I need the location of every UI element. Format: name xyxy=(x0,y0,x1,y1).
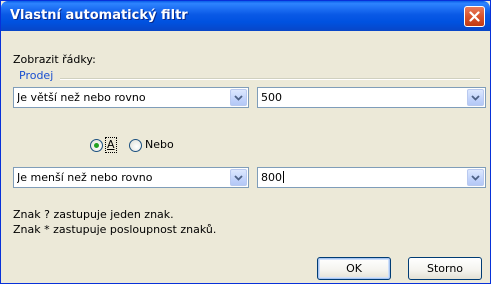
operator1-select[interactable]: Je větší než nebo rovno xyxy=(13,87,249,108)
field-name-label: Prodej xyxy=(19,69,54,82)
value1-dropdown-button[interactable] xyxy=(467,89,484,106)
or-label[interactable]: Nebo xyxy=(145,138,174,151)
value2-combo[interactable]: 800 xyxy=(257,167,486,188)
close-icon xyxy=(469,11,480,22)
operator1-value: Je větší než nebo rovno xyxy=(17,91,146,104)
group-divider xyxy=(60,78,480,80)
chevron-down-icon xyxy=(471,95,480,101)
help-line-1: Znak ? zastupuje jeden znak. xyxy=(13,208,174,221)
show-rows-label: Zobrazit řádky: xyxy=(13,53,96,66)
and-label-text: A xyxy=(107,138,115,151)
operator1-dropdown-button[interactable] xyxy=(230,89,247,106)
cancel-button[interactable]: Storno xyxy=(408,257,482,280)
chevron-down-icon xyxy=(471,175,480,181)
value2-input: 800 xyxy=(261,171,282,184)
ok-button[interactable]: OK xyxy=(317,257,391,280)
and-radio[interactable] xyxy=(90,139,103,152)
value2-dropdown-button[interactable] xyxy=(467,169,484,186)
close-button[interactable] xyxy=(464,6,485,27)
value1-combo[interactable]: 500 xyxy=(257,87,486,108)
operator2-dropdown-button[interactable] xyxy=(230,169,247,186)
help-line-2: Znak * zastupuje posloupnost znaků. xyxy=(13,223,217,236)
operator2-select[interactable]: Je menší než nebo rovno xyxy=(13,167,249,188)
custom-autofilter-dialog: Vlastní automatický filtr Zobrazit řádky… xyxy=(0,0,491,284)
value2-field[interactable]: 800 xyxy=(261,171,463,184)
dialog-title: Vlastní automatický filtr xyxy=(10,8,188,23)
dialog-body: Zobrazit řádky: Prodej Je větší než nebo… xyxy=(4,31,487,280)
or-radio[interactable] xyxy=(129,139,142,152)
value1-input[interactable]: 500 xyxy=(261,91,463,104)
text-caret xyxy=(283,171,284,183)
operator2-value: Je menší než nebo rovno xyxy=(17,171,153,184)
chevron-down-icon xyxy=(234,95,243,101)
title-bar[interactable]: Vlastní automatický filtr xyxy=(1,1,490,31)
and-label[interactable]: A xyxy=(107,138,115,151)
radio-selected-dot xyxy=(94,143,99,148)
chevron-down-icon xyxy=(234,175,243,181)
